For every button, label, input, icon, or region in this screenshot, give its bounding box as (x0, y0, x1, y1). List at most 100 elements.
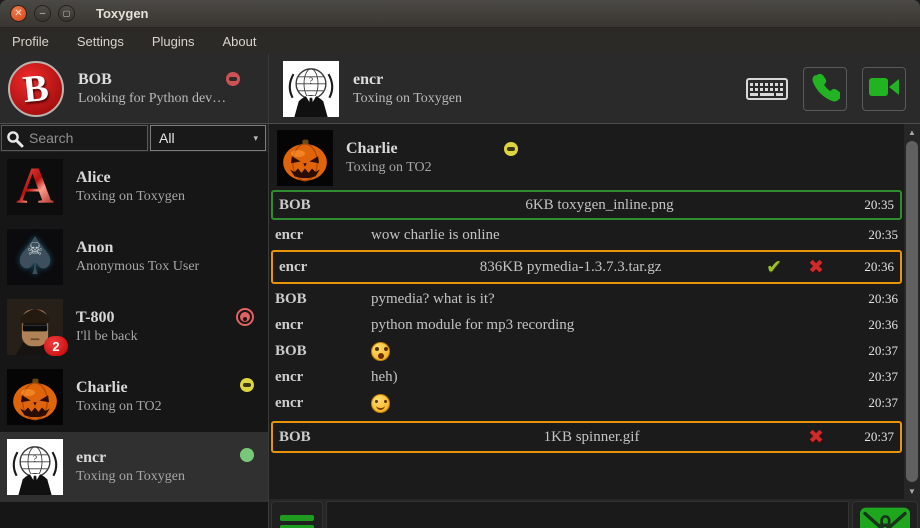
contact-name: Alice (76, 169, 258, 187)
message-author: BOB (279, 429, 375, 446)
unread-count-badge: 2 (44, 336, 68, 356)
message-time: 20:36 (850, 259, 894, 275)
video-camera-icon (868, 75, 900, 104)
svg-text:?: ? (33, 454, 37, 465)
video-call-button[interactable] (862, 67, 906, 111)
menu-item[interactable]: About (222, 34, 256, 49)
menu-item[interactable]: Plugins (152, 34, 195, 49)
contact-name: T-800 (76, 309, 258, 327)
voice-call-button[interactable] (803, 67, 847, 111)
scroll-down-arrow-icon[interactable]: ▼ (904, 483, 920, 499)
contact-name: encr (76, 449, 258, 467)
message-author: BOB (275, 343, 371, 360)
scrollbar-thumb[interactable] (906, 141, 918, 482)
search-box (1, 125, 148, 151)
send-message-button[interactable] (852, 501, 918, 528)
cancel-file-button[interactable]: ✖ (808, 428, 824, 447)
hamburger-menu-icon (280, 515, 314, 521)
message-text: wow charlie is online (371, 227, 828, 244)
message-time: 20:37 (854, 395, 898, 411)
message-author: encr (275, 227, 371, 244)
contact-status-message: Toxing on Toxygen (76, 469, 258, 485)
chat-message: encr heh) 20:37 (269, 364, 904, 390)
contact-avatar: A (7, 159, 63, 215)
contact-avatar (7, 369, 63, 425)
peer-avatar: ? (283, 61, 339, 117)
contact-status-message: Toxing on Toxygen (76, 189, 258, 205)
contact-avatar: ? (7, 439, 63, 495)
window-title: Toxygen (96, 6, 149, 21)
contact-status-message: Toxing on TO2 (76, 399, 258, 415)
filter-selected-value: All (159, 130, 175, 146)
phone-icon (810, 72, 840, 107)
scared-face-icon (371, 342, 390, 361)
window-maximize-button[interactable]: ▢ (58, 5, 75, 22)
message-author: BOB (279, 197, 375, 214)
chat-message: BOB 20:37 (269, 338, 904, 364)
window-minimize-button[interactable]: – (34, 5, 51, 22)
contact-name: Charlie (76, 379, 258, 397)
message-author: BOB (275, 291, 371, 308)
self-profile[interactable]: B BOB Looking for Python dev… (0, 54, 269, 123)
chat-peer-name: Charlie (346, 140, 896, 158)
active-chat-header: ? encr Toxing on Toxygen (269, 54, 920, 123)
chat-message: encr wow charlie is online 20:35 (269, 222, 904, 248)
encrypted-send-envelope-icon (858, 506, 912, 528)
message-input[interactable] (326, 501, 849, 528)
contacts-panel: All ▾ A Alice Toxing on Toxygen ♠☠ Anon … (0, 124, 269, 528)
chat-scrollbar[interactable]: ▲ ▼ (904, 124, 920, 499)
contact-status-icon (236, 308, 254, 326)
chat-message: encr 836KB pymedia-1.3.7.3.tar.gz ✔✖ 20:… (271, 250, 902, 284)
contact-filter-dropdown[interactable]: All ▾ (150, 125, 266, 151)
chat-message: encr 20:37 (269, 390, 904, 416)
contact-avatar: ♠☠ (7, 229, 63, 285)
chat-message: BOB 6KB toxygen_inline.png 20:35 (271, 190, 902, 220)
message-author: encr (275, 395, 371, 412)
contact-list-item[interactable]: ? encr Toxing on Toxygen (0, 432, 268, 502)
chat-peer-status-icon (504, 142, 518, 156)
contact-status-message: I'll be back (76, 329, 258, 345)
chat-message: BOB pymedia? what is it? 20:36 (269, 286, 904, 312)
smiley-face-icon (371, 394, 390, 413)
menubar: Profile Settings Plugins About (0, 28, 920, 54)
message-text (371, 342, 828, 361)
chat-peer-avatar (277, 130, 333, 186)
accept-file-button[interactable]: ✔ (766, 258, 782, 277)
message-text: heh) (371, 369, 828, 386)
contact-status-message: Anonymous Tox User (76, 259, 258, 275)
header: B BOB Looking for Python dev… ? encr Tox… (0, 54, 920, 124)
message-time: 20:37 (850, 429, 894, 445)
message-text: python module for mp3 recording (371, 317, 828, 334)
menu-item[interactable]: Profile (12, 34, 49, 49)
peer-name: encr (353, 71, 462, 89)
chat-peer-card[interactable]: Charlie Toxing on TO2 (269, 124, 904, 188)
composer-bar (269, 499, 920, 528)
message-time: 20:37 (854, 343, 898, 359)
message-time: 20:36 (854, 291, 898, 307)
titlebar: ✕ – ▢ Toxygen (0, 0, 920, 28)
file-transfer-name: 6KB toxygen_inline.png (375, 197, 824, 214)
cancel-file-button[interactable]: ✖ (808, 258, 824, 277)
message-time: 20:36 (854, 317, 898, 333)
self-status-icon[interactable] (226, 72, 240, 86)
contact-list-item[interactable]: Charlie Toxing on TO2 (0, 362, 268, 432)
window-close-button[interactable]: ✕ (10, 5, 27, 22)
message-time: 20:35 (850, 197, 894, 213)
svg-text:?: ? (309, 75, 313, 86)
chat-message: encr python module for mp3 recording 20:… (269, 312, 904, 338)
menu-item[interactable]: Settings (77, 34, 124, 49)
search-icon (6, 130, 24, 153)
message-time: 20:35 (854, 227, 898, 243)
contact-name: Anon (76, 239, 258, 257)
message-author: encr (279, 259, 375, 276)
chevron-down-icon: ▾ (253, 133, 258, 144)
chat-message: BOB 1KB spinner.gif ✖ 20:37 (271, 421, 902, 453)
scroll-up-arrow-icon[interactable]: ▲ (904, 124, 920, 140)
chat-peer-status-message: Toxing on TO2 (346, 160, 896, 176)
typing-keyboard-icon (746, 75, 788, 103)
contact-list-item[interactable]: A Alice Toxing on Toxygen (0, 152, 268, 222)
attachments-menu-button[interactable] (271, 501, 323, 528)
self-name: BOB (78, 71, 226, 89)
contact-list-item[interactable]: T-800 I'll be back 2 (0, 292, 268, 362)
contact-list-item[interactable]: ♠☠ Anon Anonymous Tox User (0, 222, 268, 292)
